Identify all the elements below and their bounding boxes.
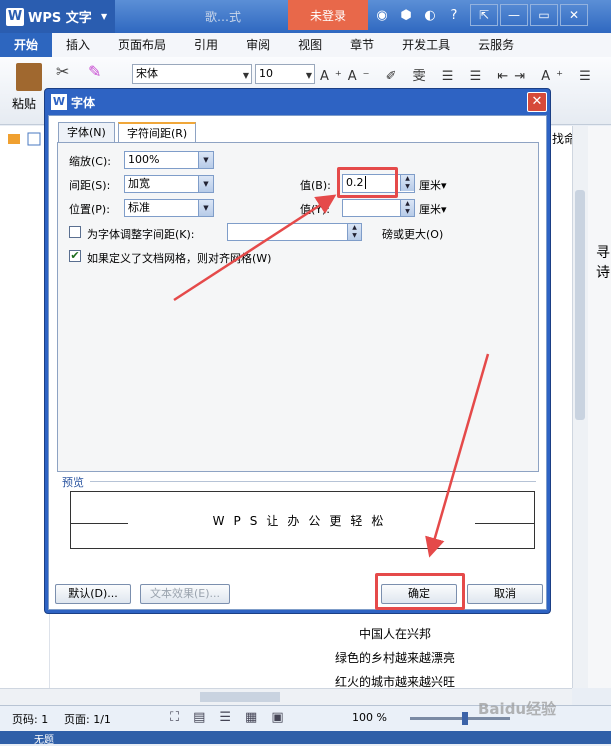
arrow-to-ok-icon [425, 353, 490, 558]
arrow-to-value-icon [173, 194, 337, 302]
watermark-logo: Baidu经验 [478, 700, 557, 718]
annotation-arrows [173, 194, 490, 558]
